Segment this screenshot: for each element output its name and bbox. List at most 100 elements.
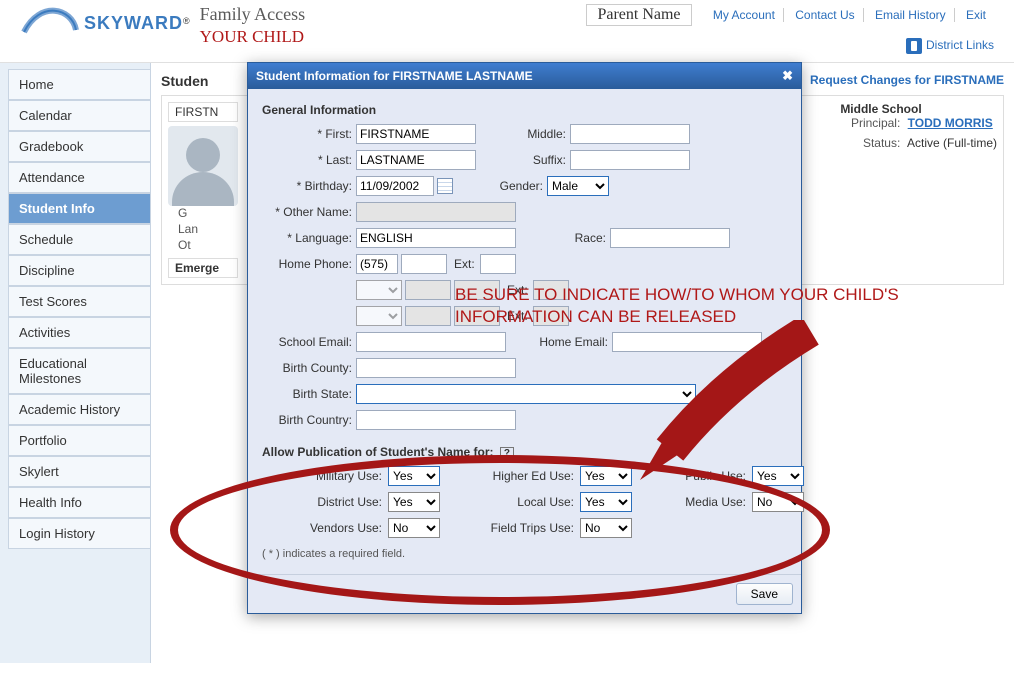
language-label: Language: — [262, 231, 352, 245]
gender-label: Gender: — [473, 179, 543, 193]
sidebar-item-portfolio[interactable]: Portfolio — [8, 425, 150, 456]
military-select[interactable]: Yes — [388, 466, 440, 486]
other-name-label: Other Name: — [262, 205, 352, 219]
sidebar-item-schedule[interactable]: Schedule — [8, 224, 150, 255]
my-account-link[interactable]: My Account — [705, 8, 784, 22]
race-input[interactable] — [610, 228, 730, 248]
gender-select[interactable]: Male — [547, 176, 609, 196]
emerge-section: Emerge — [168, 258, 238, 278]
logo: SKYWARD® — [20, 4, 190, 34]
exit-link[interactable]: Exit — [958, 8, 994, 22]
sidebar-item-academic-history[interactable]: Academic History — [8, 394, 150, 425]
sidebar-item-home[interactable]: Home — [8, 69, 150, 100]
home-email-input[interactable] — [612, 332, 762, 352]
phone2-area-input — [405, 280, 451, 300]
sidebar-item-activities[interactable]: Activities — [8, 317, 150, 348]
phone3-area-input — [405, 306, 451, 326]
calendar-icon[interactable] — [437, 178, 453, 194]
top-links: My Account Contact Us Email History Exit — [705, 8, 994, 22]
district-links-link[interactable]: District Links — [906, 38, 994, 52]
ext-2-input — [533, 280, 569, 300]
vendors-label: Vendors Use: — [262, 521, 382, 535]
request-changes-link[interactable]: Request Changes for FIRSTNAME — [810, 73, 1004, 87]
ext-1-input[interactable] — [480, 254, 516, 274]
family-access-title: Family Access — [200, 4, 306, 25]
local-label: Local Use: — [454, 495, 574, 509]
home-email-label: Home Email: — [526, 335, 608, 349]
close-icon[interactable]: ✖ — [782, 68, 793, 84]
district-links-label: District Links — [926, 38, 994, 52]
highered-select[interactable]: Yes — [580, 466, 632, 486]
public-select[interactable]: Yes — [752, 466, 804, 486]
phone-type-3-select — [356, 306, 402, 326]
principal-label: Principal: — [840, 116, 900, 130]
ext-label-1: Ext: — [454, 257, 475, 271]
middle-input[interactable] — [570, 124, 690, 144]
phone-2-input[interactable] — [401, 254, 447, 274]
status-label: Status: — [840, 136, 900, 150]
sidebar-item-attendance[interactable]: Attendance — [8, 162, 150, 193]
middle-label: Middle: — [496, 127, 566, 141]
sidebar-item-discipline[interactable]: Discipline — [8, 255, 150, 286]
birth-county-input[interactable] — [356, 358, 516, 378]
student-name-crumb: FIRSTN — [168, 102, 238, 122]
sidebar: HomeCalendarGradebookAttendanceStudent I… — [0, 63, 150, 663]
sidebar-item-health-info[interactable]: Health Info — [8, 487, 150, 518]
trips-select[interactable]: No — [580, 518, 632, 538]
ext-label-3: Ext: — [507, 309, 528, 323]
school-email-input[interactable] — [356, 332, 506, 352]
your-child-title: YOUR CHILD — [200, 27, 306, 47]
parent-name: Parent Name — [586, 4, 691, 26]
district-select[interactable]: Yes — [388, 492, 440, 512]
sidebar-item-skylert[interactable]: Skylert — [8, 456, 150, 487]
sidebar-item-login-history[interactable]: Login History — [8, 518, 150, 549]
birth-country-input[interactable] — [356, 410, 516, 430]
required-note: ( * ) indicates a required field. — [262, 548, 787, 560]
building-icon — [906, 38, 922, 54]
sidebar-item-calendar[interactable]: Calendar — [8, 100, 150, 131]
publication-heading: Allow Publication of Student's Name for:… — [262, 445, 787, 460]
highered-label: Higher Ed Use: — [454, 469, 574, 483]
birthday-input[interactable] — [356, 176, 434, 196]
birth-country-label: Birth Country: — [262, 413, 352, 427]
header: SKYWARD® Family Access YOUR CHILD Parent… — [0, 0, 1014, 63]
school-info: Middle School Principal: TODD MORRIS Sta… — [840, 102, 997, 278]
phone3-num-input — [454, 306, 500, 326]
school-name: Middle School — [840, 102, 921, 116]
header-titles: Family Access YOUR CHILD — [200, 4, 306, 47]
student-info-modal: Student Information for FIRSTNAME LASTNA… — [247, 62, 802, 614]
military-label: Military Use: — [262, 469, 382, 483]
suffix-label: Suffix: — [496, 153, 566, 167]
bg-ot: Ot — [178, 238, 238, 252]
school-email-label: School Email: — [262, 335, 352, 349]
sidebar-item-student-info[interactable]: Student Info — [8, 193, 150, 224]
other-name-input — [356, 202, 516, 222]
contact-us-link[interactable]: Contact Us — [787, 8, 863, 22]
district-label: District Use: — [262, 495, 382, 509]
first-input[interactable] — [356, 124, 476, 144]
trips-label: Field Trips Use: — [454, 521, 574, 535]
birth-county-label: Birth County: — [262, 361, 352, 375]
general-info-heading: General Information — [262, 103, 787, 117]
local-select[interactable]: Yes — [580, 492, 632, 512]
bg-lan: Lan — [178, 222, 238, 236]
media-select[interactable]: No — [752, 492, 804, 512]
help-icon[interactable]: ? — [500, 447, 514, 460]
sidebar-item-test-scores[interactable]: Test Scores — [8, 286, 150, 317]
email-history-link[interactable]: Email History — [867, 8, 955, 22]
save-button[interactable]: Save — [736, 583, 793, 605]
last-input[interactable] — [356, 150, 476, 170]
media-label: Media Use: — [646, 495, 746, 509]
sidebar-item-educational-milestones[interactable]: Educational Milestones — [8, 348, 150, 394]
language-input[interactable] — [356, 228, 516, 248]
first-label: First: — [262, 127, 352, 141]
principal-link[interactable]: TODD MORRIS — [908, 116, 993, 130]
vendors-select[interactable]: No — [388, 518, 440, 538]
birth-state-select[interactable] — [356, 384, 696, 404]
phone-area-input[interactable] — [356, 254, 398, 274]
ext-3-input — [533, 306, 569, 326]
last-label: Last: — [262, 153, 352, 167]
suffix-input[interactable] — [570, 150, 690, 170]
birthday-label: Birthday: — [262, 179, 352, 193]
sidebar-item-gradebook[interactable]: Gradebook — [8, 131, 150, 162]
